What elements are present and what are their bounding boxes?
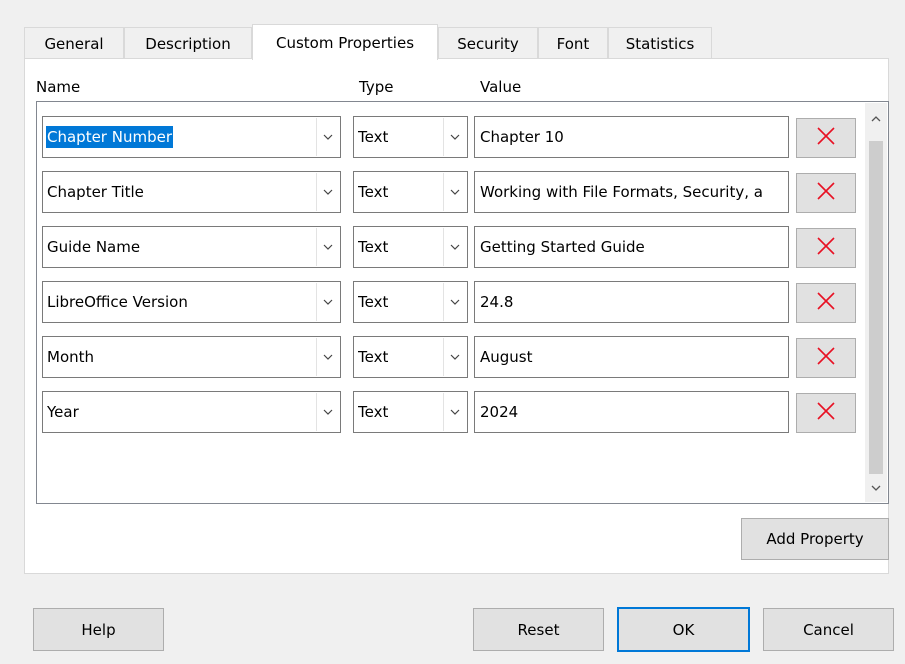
property-name-combo[interactable]: Year bbox=[42, 391, 341, 433]
property-row: Chapter Title Text Working with File For… bbox=[42, 171, 862, 215]
property-value-field[interactable]: 2024 bbox=[474, 391, 789, 433]
column-header-type: Type bbox=[359, 78, 394, 96]
property-value: Chapter 10 bbox=[480, 128, 564, 146]
ok-button[interactable]: OK bbox=[617, 607, 750, 652]
reset-label: Reset bbox=[517, 620, 560, 639]
property-type-combo[interactable]: Text bbox=[353, 281, 468, 323]
property-type: Text bbox=[358, 293, 389, 311]
property-name: Chapter Number bbox=[46, 126, 173, 148]
property-type: Text bbox=[358, 183, 389, 201]
chevron-down-icon[interactable] bbox=[316, 283, 339, 321]
property-value: Working with File Formats, Security, a bbox=[480, 183, 763, 201]
chevron-down-icon[interactable] bbox=[443, 338, 466, 376]
property-name: Chapter Title bbox=[47, 183, 144, 201]
close-icon bbox=[816, 346, 836, 370]
property-type: Text bbox=[358, 348, 389, 366]
close-icon bbox=[816, 126, 836, 150]
property-type-combo[interactable]: Text bbox=[353, 336, 468, 378]
property-value-field[interactable]: Working with File Formats, Security, a bbox=[474, 171, 789, 213]
scroll-down-icon[interactable] bbox=[865, 476, 887, 500]
tab-description[interactable]: Description bbox=[124, 27, 252, 59]
chevron-down-icon[interactable] bbox=[443, 228, 466, 266]
tab-statistics[interactable]: Statistics bbox=[608, 27, 712, 59]
tab-label: Security bbox=[457, 34, 519, 53]
property-name-combo[interactable]: Chapter Title bbox=[42, 171, 341, 213]
property-name-combo[interactable]: Guide Name bbox=[42, 226, 341, 268]
vertical-scrollbar[interactable] bbox=[865, 103, 887, 502]
chevron-down-icon[interactable] bbox=[443, 283, 466, 321]
chevron-down-icon[interactable] bbox=[316, 393, 339, 431]
property-value: 2024 bbox=[480, 403, 519, 421]
chevron-down-icon[interactable] bbox=[316, 118, 339, 156]
chevron-down-icon[interactable] bbox=[443, 173, 466, 211]
chevron-down-icon[interactable] bbox=[443, 393, 466, 431]
delete-property-button[interactable] bbox=[796, 173, 856, 213]
column-header-name: Name bbox=[36, 78, 81, 96]
property-type: Text bbox=[358, 238, 389, 256]
delete-property-button[interactable] bbox=[796, 228, 856, 268]
chevron-down-icon[interactable] bbox=[316, 228, 339, 266]
close-icon bbox=[816, 401, 836, 425]
property-value-field[interactable]: 24.8 bbox=[474, 281, 789, 323]
column-header-value: Value bbox=[480, 78, 522, 96]
tab-general[interactable]: General bbox=[24, 27, 124, 59]
properties-list: Chapter Number Text Chapter 10 Chapter T… bbox=[36, 101, 889, 504]
delete-property-button[interactable] bbox=[796, 283, 856, 323]
property-type-combo[interactable]: Text bbox=[353, 171, 468, 213]
ok-label: OK bbox=[672, 620, 695, 639]
property-value-field[interactable]: Getting Started Guide bbox=[474, 226, 789, 268]
delete-property-button[interactable] bbox=[796, 118, 856, 158]
chevron-down-icon[interactable] bbox=[443, 118, 466, 156]
cancel-button[interactable]: Cancel bbox=[763, 608, 894, 651]
property-row: Month Text August bbox=[42, 336, 862, 380]
tab-label: Custom Properties bbox=[275, 33, 415, 52]
close-icon bbox=[816, 181, 836, 205]
property-name: Month bbox=[47, 348, 95, 366]
property-row: Chapter Number Text Chapter 10 bbox=[42, 116, 862, 160]
property-type-combo[interactable]: Text bbox=[353, 391, 468, 433]
property-row: Year Text 2024 bbox=[42, 391, 862, 435]
property-type: Text bbox=[358, 403, 389, 421]
property-name-combo[interactable]: LibreOffice Version bbox=[42, 281, 341, 323]
tab-label: Statistics bbox=[625, 34, 695, 53]
add-property-label: Add Property bbox=[766, 530, 864, 548]
property-name: Guide Name bbox=[47, 238, 141, 256]
chevron-down-icon[interactable] bbox=[316, 173, 339, 211]
tab-label: General bbox=[44, 34, 104, 53]
tab-security[interactable]: Security bbox=[438, 27, 538, 59]
property-value: 24.8 bbox=[480, 293, 514, 311]
property-type-combo[interactable]: Text bbox=[353, 116, 468, 158]
property-name: LibreOffice Version bbox=[47, 293, 188, 311]
close-icon bbox=[816, 291, 836, 315]
property-value: Getting Started Guide bbox=[480, 238, 645, 256]
property-type: Text bbox=[358, 128, 389, 146]
cancel-label: Cancel bbox=[803, 620, 854, 639]
property-name-combo[interactable]: Chapter Number bbox=[42, 116, 341, 158]
tab-label: Description bbox=[145, 34, 231, 53]
property-name-combo[interactable]: Month bbox=[42, 336, 341, 378]
close-icon bbox=[816, 236, 836, 260]
property-value-field[interactable]: Chapter 10 bbox=[474, 116, 789, 158]
tab-bar: General Description Custom Properties Se… bbox=[24, 24, 712, 60]
delete-property-button[interactable] bbox=[796, 338, 856, 378]
property-value-field[interactable]: August bbox=[474, 336, 789, 378]
property-name: Year bbox=[47, 403, 79, 421]
scrollbar-thumb[interactable] bbox=[869, 141, 883, 474]
help-button[interactable]: Help bbox=[33, 608, 164, 651]
help-label: Help bbox=[81, 620, 116, 639]
reset-button[interactable]: Reset bbox=[473, 608, 604, 651]
tab-custom-properties[interactable]: Custom Properties bbox=[252, 24, 438, 60]
scroll-up-icon[interactable] bbox=[865, 107, 887, 131]
property-row: Guide Name Text Getting Started Guide bbox=[42, 226, 862, 270]
delete-property-button[interactable] bbox=[796, 393, 856, 433]
tab-label: Font bbox=[556, 34, 590, 53]
add-property-button[interactable]: Add Property bbox=[741, 518, 889, 560]
chevron-down-icon[interactable] bbox=[316, 338, 339, 376]
property-type-combo[interactable]: Text bbox=[353, 226, 468, 268]
tab-font[interactable]: Font bbox=[538, 27, 608, 59]
property-value: August bbox=[480, 348, 533, 366]
property-row: LibreOffice Version Text 24.8 bbox=[42, 281, 862, 325]
